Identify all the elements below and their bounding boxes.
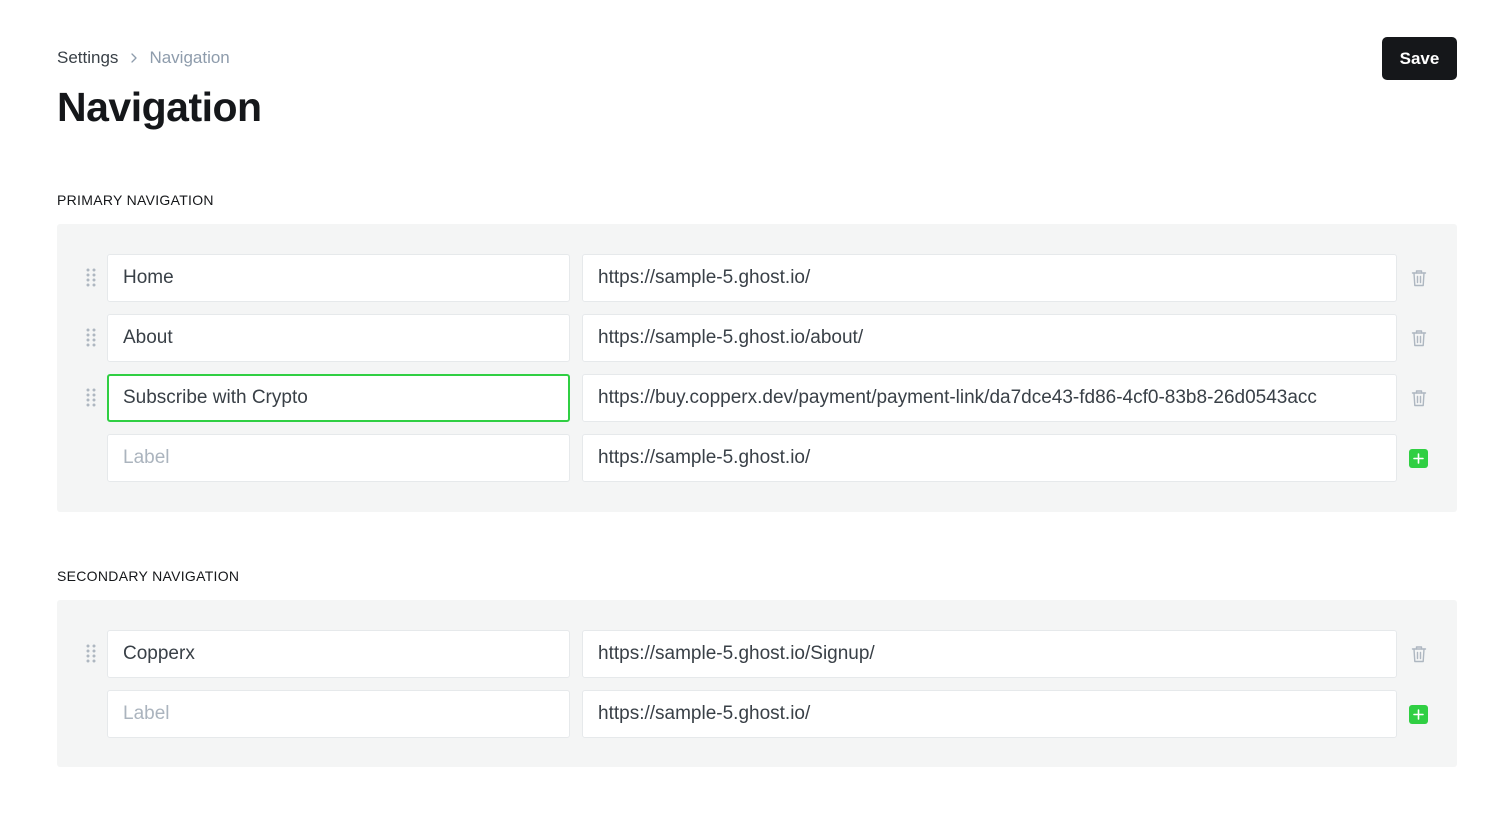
breadcrumb-settings-link[interactable]: Settings <box>57 48 118 68</box>
nav-item-row <box>57 314 1457 362</box>
nav-url-input[interactable] <box>582 254 1397 302</box>
new-nav-label-input[interactable] <box>107 434 570 482</box>
nav-label-input[interactable] <box>107 630 570 678</box>
new-nav-label-input[interactable] <box>107 690 570 738</box>
primary-navigation-heading: PRIMARY NAVIGATION <box>57 192 214 208</box>
plus-icon[interactable] <box>1409 449 1428 468</box>
nav-url-input[interactable] <box>582 314 1397 362</box>
primary-navigation-panel <box>57 224 1457 512</box>
drag-handle-icon[interactable] <box>85 327 97 349</box>
breadcrumb: Settings Navigation <box>57 47 230 69</box>
nav-url-input[interactable] <box>582 630 1397 678</box>
new-nav-url-input[interactable] <box>582 690 1397 738</box>
secondary-navigation-panel <box>57 600 1457 767</box>
drag-handle-icon[interactable] <box>85 267 97 289</box>
trash-icon[interactable] <box>1409 644 1429 664</box>
nav-label-input[interactable] <box>107 254 570 302</box>
nav-item-row <box>57 374 1457 422</box>
drag-handle-icon[interactable] <box>85 643 97 665</box>
trash-icon[interactable] <box>1409 388 1429 408</box>
breadcrumb-current: Navigation <box>149 48 230 67</box>
save-button[interactable]: Save <box>1382 37 1457 80</box>
nav-label-input[interactable] <box>107 314 570 362</box>
new-nav-url-input[interactable] <box>582 434 1397 482</box>
trash-icon[interactable] <box>1409 328 1429 348</box>
nav-item-row <box>57 630 1457 678</box>
trash-icon[interactable] <box>1409 268 1429 288</box>
page-title: Navigation <box>57 84 262 130</box>
chevron-right-icon <box>128 52 140 64</box>
drag-handle-icon[interactable] <box>85 387 97 409</box>
nav-item-row <box>57 254 1457 302</box>
nav-url-input[interactable] <box>582 374 1397 422</box>
settings-navigation-page: Settings Navigation Navigation Save PRIM… <box>0 0 1498 831</box>
secondary-navigation-heading: SECONDARY NAVIGATION <box>57 568 240 584</box>
plus-icon[interactable] <box>1409 705 1428 724</box>
new-nav-item-row <box>57 690 1457 738</box>
new-nav-item-row <box>57 434 1457 482</box>
nav-label-input[interactable] <box>107 374 570 422</box>
